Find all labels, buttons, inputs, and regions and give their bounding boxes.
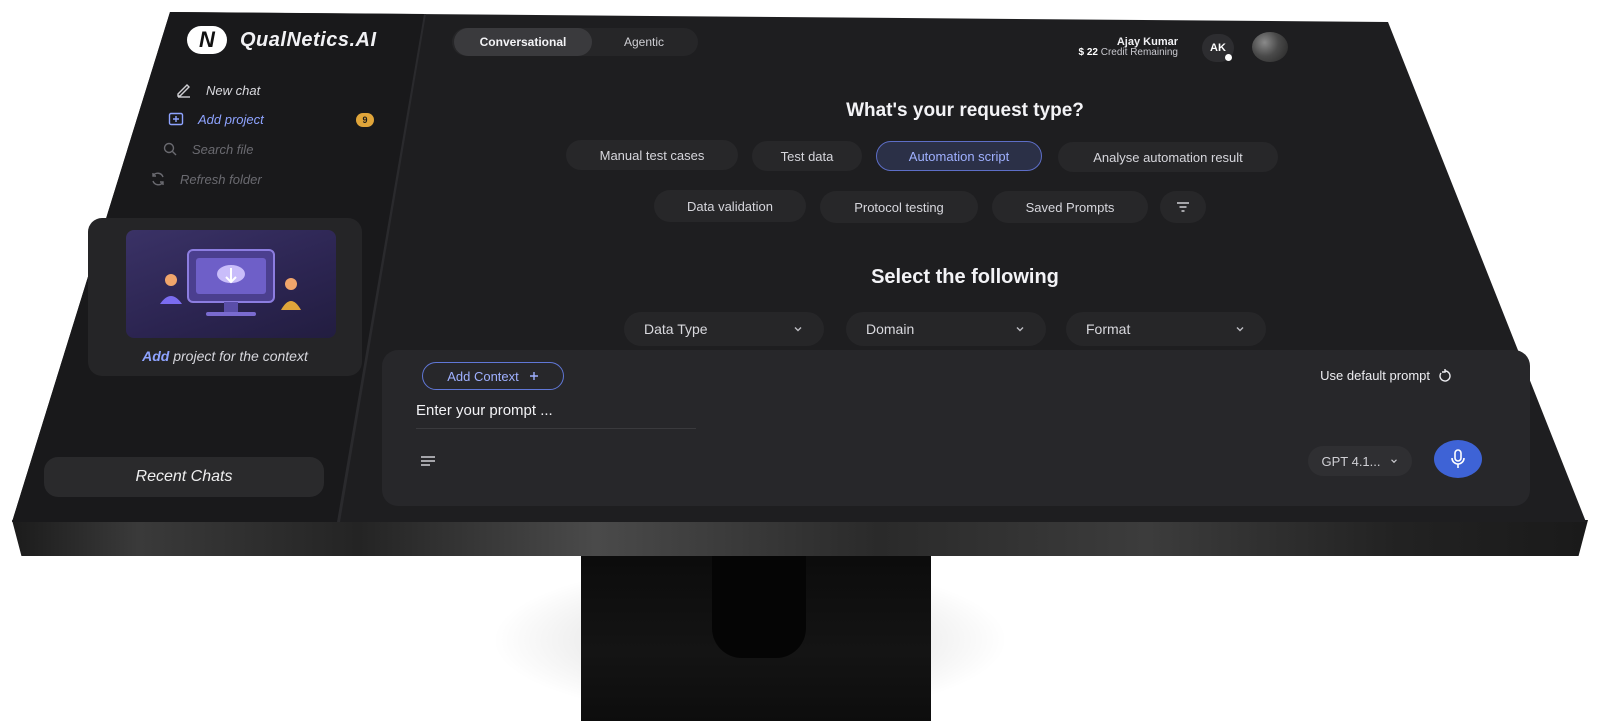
request-type-heading: What's your request type? [846,100,1084,121]
new-chat-button[interactable]: New chat [176,82,260,98]
search-file-input[interactable]: Search file [192,142,253,157]
domain-dropdown[interactable]: Domain [846,312,1046,346]
chip-test-data[interactable]: Test data [752,141,862,171]
prompt-input[interactable] [416,402,716,419]
chip-saved-prompts[interactable]: Saved Prompts [992,191,1148,223]
add-context-label: Add Context [447,368,519,384]
refresh-folder-button[interactable]: Refresh folder [150,171,262,187]
select-heading: Select the following [871,266,1059,288]
chip-protocol-testing[interactable]: Protocol testing [820,191,978,223]
avatar[interactable]: AK [1202,34,1234,62]
add-folder-icon [168,111,184,127]
filter-icon [1176,201,1190,213]
profile-orb[interactable] [1252,32,1288,62]
tab-conversational[interactable]: Conversational [454,28,592,56]
chip-manual-test-cases[interactable]: Manual test cases [566,140,738,170]
chevron-down-icon [1014,323,1026,335]
plus-icon [529,371,539,381]
chevron-down-icon [1389,456,1399,466]
chevron-down-icon [1234,323,1246,335]
new-chat-label: New chat [206,82,261,98]
model-selector[interactable]: GPT 4.1... [1308,446,1412,476]
pencil-icon [176,82,192,98]
voice-input-button[interactable] [1434,440,1482,478]
filter-button[interactable] [1160,191,1206,223]
project-count-badge: 9 [356,113,374,127]
search-file[interactable]: Search file [162,141,253,157]
data-type-label: Data Type [644,321,708,337]
prompt-underline [416,428,696,429]
app-name: QualNetics.AI [240,29,377,51]
monitor-edge [12,520,1588,556]
data-type-dropdown[interactable]: Data Type [624,312,824,346]
search-icon [162,141,178,157]
credit-remaining: $ 22 Credit Remaining [1078,47,1178,58]
format-dropdown[interactable]: Format [1066,312,1266,346]
menu-icon[interactable] [420,455,436,467]
refresh-icon [150,171,166,187]
online-status-dot [1225,54,1232,61]
tab-agentic[interactable]: Agentic [592,28,696,56]
prompt-composer: Add Context Use default prompt GPT 4.1..… [382,350,1530,506]
add-project-button[interactable]: Add project [168,111,264,127]
add-context-button[interactable]: Add Context [422,362,564,390]
use-default-prompt-button[interactable]: Use default prompt [1320,368,1452,383]
chip-analyse-automation-result[interactable]: Analyse automation result [1058,142,1278,172]
refresh-folder-label: Refresh folder [180,171,262,187]
format-label: Format [1086,321,1131,337]
model-label: GPT 4.1... [1321,453,1381,469]
add-project-caption: Add project for the context [142,348,308,364]
monitor-stand-neck [712,548,806,658]
chip-data-validation[interactable]: Data validation [654,190,806,222]
domain-label: Domain [866,321,915,337]
logo-icon[interactable]: N [187,26,227,54]
mode-switch: Conversational Agentic [452,28,698,56]
chip-automation-script[interactable]: Automation script [876,141,1042,171]
recent-chats-button[interactable]: Recent Chats [44,457,324,497]
add-project-card[interactable]: Add project for the context [88,218,362,376]
reset-icon [1438,368,1452,383]
chevron-down-icon [792,323,804,335]
add-project-label: Add project [198,111,264,127]
use-default-prompt-label: Use default prompt [1320,368,1430,383]
computer-illustration [126,230,336,338]
microphone-icon [1450,449,1466,469]
